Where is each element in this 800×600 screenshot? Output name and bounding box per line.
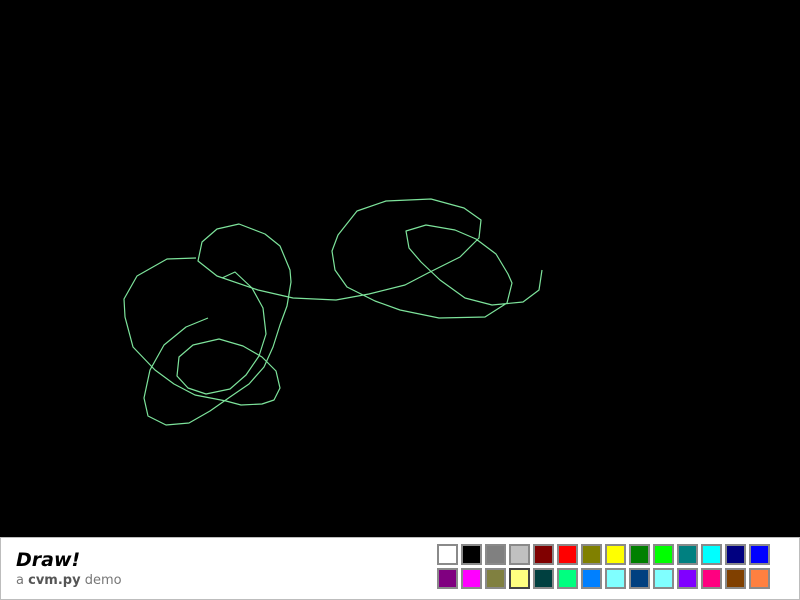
color-swatch-maroon[interactable] — [533, 544, 554, 565]
color-swatch-teal[interactable] — [677, 544, 698, 565]
color-swatch-violet[interactable] — [677, 568, 698, 589]
color-swatch-coral[interactable] — [749, 568, 770, 589]
color-swatch-blue[interactable] — [749, 544, 770, 565]
app-subtitle: a cvm.py demo — [16, 572, 122, 590]
color-swatch-spring-green[interactable] — [557, 568, 578, 589]
drawn-stroke — [143, 198, 543, 426]
color-swatch-yellow[interactable] — [605, 544, 626, 565]
color-swatch-red[interactable] — [557, 544, 578, 565]
color-swatch-silver[interactable] — [509, 544, 530, 565]
color-swatch-pale-cyan[interactable] — [653, 568, 674, 589]
subtitle-prefix: a — [16, 573, 24, 588]
app-title: Draw! — [16, 549, 81, 571]
color-swatch-lime[interactable] — [653, 544, 674, 565]
color-swatch-magenta[interactable] — [461, 568, 482, 589]
branding: Draw! a cvm.py demo — [16, 549, 122, 590]
color-swatch-dark-teal[interactable] — [533, 568, 554, 589]
subtitle-module: cvm.py — [28, 573, 81, 588]
color-swatch-dark-blue[interactable] — [629, 568, 650, 589]
toolbar: Draw! a cvm.py demo — [0, 537, 800, 600]
color-swatch-cyan[interactable] — [701, 544, 722, 565]
color-swatch-purple[interactable] — [437, 568, 458, 589]
color-swatch-black[interactable] — [461, 544, 482, 565]
drawing-surface[interactable] — [0, 0, 800, 537]
color-swatch-light-cyan[interactable] — [605, 568, 626, 589]
color-swatch-olive[interactable] — [581, 544, 602, 565]
color-swatch-azure[interactable] — [581, 568, 602, 589]
color-swatch-brown[interactable] — [725, 568, 746, 589]
color-swatch-navy[interactable] — [725, 544, 746, 565]
subtitle-suffix: demo — [84, 573, 122, 588]
color-swatch-green[interactable] — [629, 544, 650, 565]
color-swatch-deep-pink[interactable] — [701, 568, 722, 589]
color-swatch-dark-khaki[interactable] — [485, 568, 506, 589]
color-swatch-white[interactable] — [437, 544, 458, 565]
color-swatch-light-yellow[interactable] — [509, 568, 530, 589]
color-palette — [437, 544, 773, 589]
color-swatch-gray[interactable] — [485, 544, 506, 565]
drawing-canvas[interactable] — [0, 0, 800, 537]
